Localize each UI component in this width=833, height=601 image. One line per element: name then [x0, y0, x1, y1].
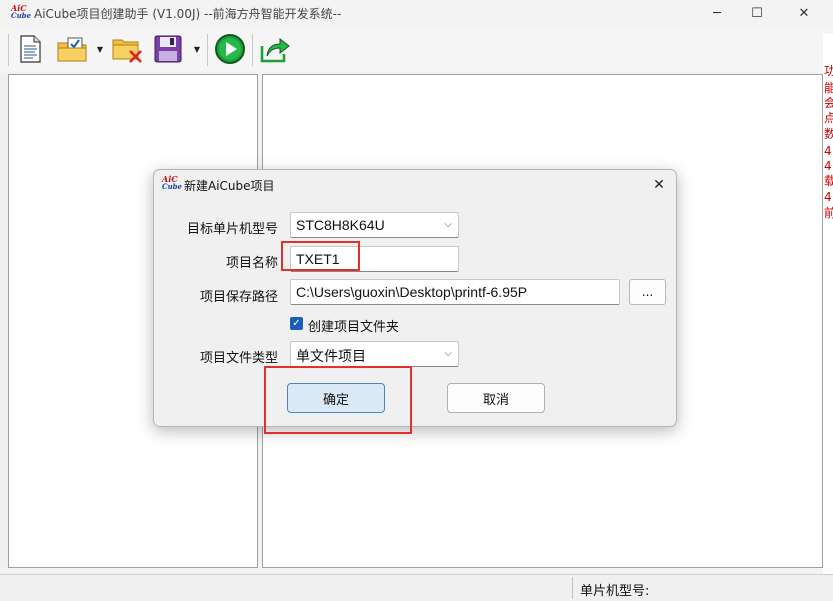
mcu-model-select[interactable]: STC8H8K64U ⌵ — [290, 212, 459, 238]
close-button[interactable]: ✕ — [781, 0, 827, 26]
export-button[interactable] — [258, 32, 292, 66]
toolbar-separator — [252, 34, 253, 66]
chevron-down-icon: ▼ — [96, 44, 104, 54]
run-play-icon — [215, 34, 245, 64]
save-disk-icon — [154, 35, 182, 63]
toolbar: ▼ ▼ — [0, 28, 833, 72]
cancel-button[interactable]: 取消 — [447, 383, 545, 413]
dialog-logo-icon: AiC Cube — [162, 175, 183, 193]
open-folder-icon — [57, 37, 87, 62]
edge-text: 4 — [824, 159, 832, 173]
new-project-dialog: AiC Cube 新建AiCube项目 ✕ 目标单片机型号 STC8H8K64U… — [153, 169, 677, 427]
project-name-value: TXET1 — [296, 251, 340, 267]
maximize-button[interactable]: ☐ — [734, 0, 780, 26]
create-folder-checkbox[interactable]: ✓ — [290, 317, 303, 330]
ok-button[interactable]: 确定 — [287, 383, 385, 413]
status-mcu-label: 单片机型号: — [580, 584, 650, 599]
mcu-model-value: STC8H8K64U — [296, 217, 385, 233]
dialog-logo-bottom: Cube — [162, 182, 183, 191]
toolbar-separator — [207, 34, 208, 66]
edge-text: 前 — [824, 206, 833, 220]
delete-folder-icon — [112, 39, 142, 63]
delete-project-button[interactable] — [110, 32, 144, 66]
status-bar: 单片机型号: — [0, 574, 833, 601]
new-project-button[interactable] — [13, 32, 47, 66]
file-type-select[interactable]: 单文件项目 ⌵ — [290, 341, 459, 367]
checkmark-icon: ✓ — [292, 318, 301, 329]
left-window-edge — [0, 74, 8, 568]
chevron-down-icon: ⌵ — [444, 219, 452, 230]
export-share-icon — [260, 37, 290, 63]
mcu-model-label: 目标单片机型号 — [186, 222, 278, 237]
dialog-title-bar: AiC Cube 新建AiCube项目 ✕ — [154, 170, 676, 200]
ok-button-label: 确定 — [322, 392, 349, 408]
edge-text: 4 — [824, 190, 832, 204]
save-path-label: 项目保存路径 — [199, 290, 278, 305]
open-project-dropdown[interactable]: ▼ — [95, 42, 105, 56]
chevron-down-icon: ▼ — [193, 44, 201, 54]
edge-text: 功 — [824, 64, 833, 78]
title-bar: AiC Cube AiCube项目创建助手 (V1.00J) --前海方舟智能开… — [0, 0, 833, 26]
toolbar-grip — [8, 34, 9, 66]
minimize-icon: ─ — [713, 5, 721, 21]
project-name-label: 项目名称 — [225, 256, 278, 271]
edge-text: 能 — [824, 81, 833, 95]
window-title: AiCube项目创建助手 (V1.00J) --前海方舟智能开发系统-- — [34, 7, 342, 21]
edge-text: 载 — [824, 174, 833, 188]
create-folder-label[interactable]: 创建项目文件夹 — [308, 316, 399, 335]
file-type-label: 项目文件类型 — [199, 351, 278, 366]
maximize-icon: ☐ — [751, 5, 763, 21]
status-separator — [572, 577, 573, 599]
chevron-down-icon: ⌵ — [444, 348, 452, 359]
save-project-dropdown[interactable]: ▼ — [192, 42, 202, 56]
dialog-title: 新建AiCube项目 — [184, 179, 275, 193]
app-logo-bottom: Cube — [11, 11, 32, 20]
browse-button-label: ... — [641, 285, 654, 299]
project-name-input[interactable]: TXET1 — [290, 246, 459, 272]
close-icon: ✕ — [653, 177, 665, 193]
open-project-button[interactable] — [55, 32, 89, 66]
file-type-value: 单文件项目 — [296, 348, 366, 364]
run-button[interactable] — [213, 32, 247, 66]
save-path-input[interactable]: C:\Users\guoxin\Desktop\printf-6.95P — [290, 279, 620, 305]
edge-text: 会 — [824, 96, 833, 110]
edge-text: 数 — [824, 127, 833, 141]
background-window-strip: 功 能 会 点 数 4 4 载 4 前 — [823, 34, 833, 574]
new-document-icon — [20, 35, 41, 63]
save-project-button[interactable] — [151, 32, 185, 66]
dialog-close-button[interactable]: ✕ — [648, 174, 670, 196]
save-path-value: C:\Users\guoxin\Desktop\printf-6.95P — [296, 284, 528, 300]
close-icon: ✕ — [798, 5, 810, 21]
edge-text: 点 — [824, 111, 833, 125]
edge-text: 4 — [824, 144, 832, 158]
app-logo-icon: AiC Cube — [11, 4, 31, 22]
cancel-button-label: 取消 — [482, 392, 509, 408]
browse-path-button[interactable]: ... — [629, 279, 666, 305]
